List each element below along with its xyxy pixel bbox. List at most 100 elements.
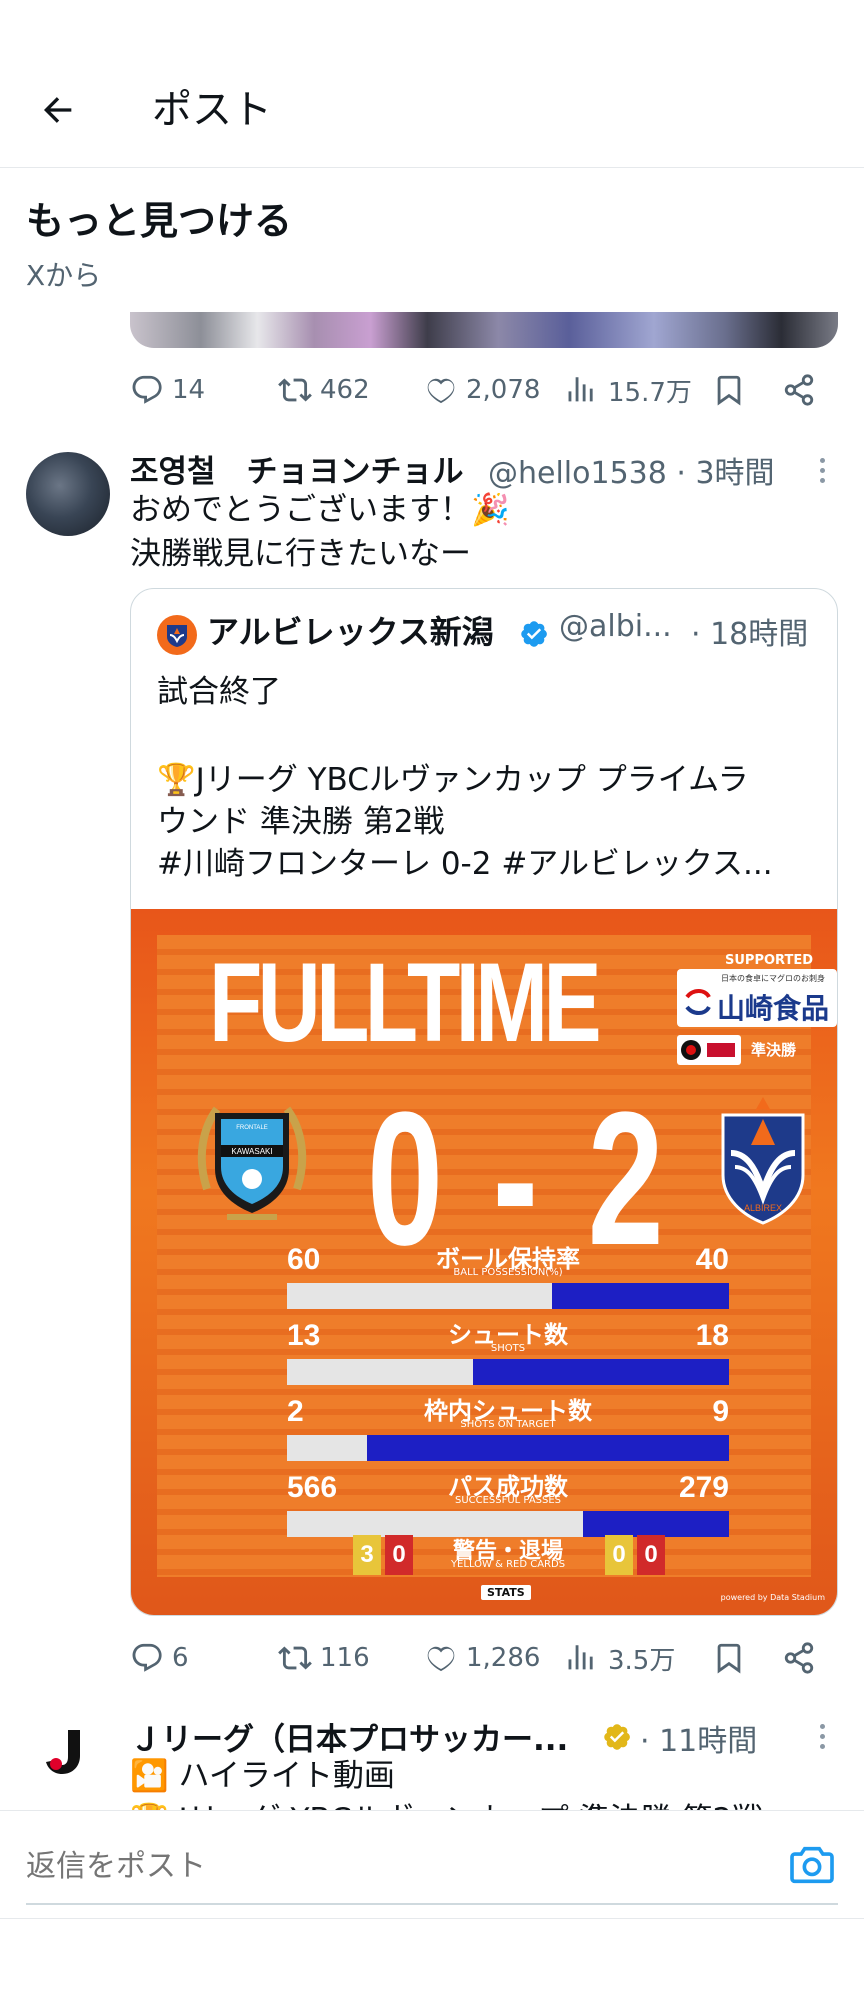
- author-name[interactable]: Ｊリーグ（日本プロサッカー...: [130, 1714, 568, 1759]
- more-options-button[interactable]: [806, 1716, 838, 1756]
- repost-button[interactable]: 462: [278, 362, 370, 418]
- powered-by-label: powered by Data Stadium: [720, 1593, 825, 1602]
- like-button[interactable]: 2,078: [424, 362, 540, 418]
- bookmark-button[interactable]: [712, 1630, 746, 1686]
- author-name[interactable]: 조영철 チョヨンチョル: [130, 446, 464, 491]
- quoted-post[interactable]: アルビレックス新潟 @albi... · 18時間 試合終了 🏆Jリーグ YBC…: [130, 588, 838, 1616]
- reply-button[interactable]: 14: [130, 362, 205, 418]
- views-button[interactable]: 15.7万: [566, 362, 692, 418]
- quoted-author-name: アルビレックス新潟: [207, 613, 494, 651]
- graphic-headline: FULLTIME: [209, 940, 602, 1065]
- dot-icon: [819, 467, 825, 473]
- away-crest-text: ALBIREX: [744, 1203, 782, 1213]
- sponsor-mark-icon: [685, 989, 711, 1015]
- stat-bar: [287, 1283, 729, 1309]
- share-button[interactable]: [782, 1630, 816, 1686]
- reply-input[interactable]: [26, 1841, 838, 1891]
- author-handle-time[interactable]: @hello1538 · 3時間: [488, 448, 775, 492]
- previous-post-media[interactable]: [130, 312, 838, 348]
- stats-badge: STATS: [481, 1585, 531, 1600]
- previous-post-actions: 14 462 2,078 15.7万: [130, 362, 838, 418]
- away-red-cards: 0: [637, 1535, 665, 1575]
- top-bar: ポスト: [0, 0, 864, 168]
- avatar[interactable]: [26, 1710, 110, 1794]
- stat-sublabel: BALL POSSESSION(%): [453, 1267, 563, 1278]
- jleague-logo-icon: [46, 1730, 80, 1774]
- views-button[interactable]: 3.5万: [566, 1630, 675, 1686]
- like-count: 2,078: [466, 375, 541, 405]
- stat-sublabel: SHOTS: [490, 1343, 526, 1354]
- stat-sublabel: SUCCESSFUL PASSES: [454, 1495, 562, 1506]
- repost-count: 116: [320, 1643, 370, 1673]
- stat-sublabel: SHOTS ON TARGET: [460, 1419, 556, 1430]
- albirex-niigata-crest-icon: ALBIREX: [721, 1097, 805, 1225]
- avatar[interactable]: [26, 452, 110, 536]
- views-count: 15.7万: [608, 377, 692, 408]
- home-crest-text: KAWASAKI: [231, 1147, 272, 1156]
- like-button[interactable]: 1,286: [424, 1630, 540, 1686]
- dot-icon: [819, 1723, 825, 1729]
- repost-icon: [278, 1646, 312, 1670]
- match-result-graphic[interactable]: FULLTIME SUPPORTED BY 日本の食卓にマグロのお刺身 山崎食品…: [131, 909, 837, 1615]
- round-label: 準決勝: [751, 1041, 797, 1059]
- more-options-button[interactable]: [806, 450, 838, 490]
- bookmark-icon: [717, 1643, 741, 1674]
- camera-icon[interactable]: [790, 1845, 834, 1885]
- post-actions: 6 116 1,286 3.5万: [130, 1630, 838, 1686]
- sponsor-logo: 日本の食卓にマグロのお刺身 山崎食品: [677, 969, 837, 1027]
- gold-verified-badge-icon: [604, 1724, 630, 1750]
- reply-icon: [132, 1643, 162, 1672]
- bookmark-button[interactable]: [712, 362, 746, 418]
- stat-bar-home-fill: [287, 1435, 367, 1461]
- post-text-line: 決勝戦見に行きたいなー: [130, 536, 471, 572]
- repost-count: 462: [320, 375, 370, 405]
- share-button[interactable]: [782, 362, 816, 418]
- quoted-text-line: 試合終了: [157, 674, 281, 710]
- views-count: 3.5万: [608, 1645, 676, 1676]
- reply-button[interactable]: 6: [130, 1630, 189, 1686]
- repost-icon: [278, 378, 312, 402]
- stat-away-value: 279: [678, 1471, 729, 1504]
- away-yellow-cards: 0: [605, 1535, 633, 1575]
- stat-row-shots-on-target: 2 枠内シュート数 SHOTS ON TARGET 9: [287, 1395, 729, 1469]
- stat-bar-home-fill: [287, 1359, 473, 1385]
- stat-bar: [287, 1435, 729, 1461]
- quoted-author-handle: @albi...: [559, 609, 672, 644]
- cup-emblem-icon: [681, 1040, 735, 1060]
- dot-icon: [819, 1733, 825, 1739]
- albirex-crest-icon: [167, 625, 187, 647]
- stat-away-value: 40: [695, 1243, 729, 1276]
- cup-logo: [677, 1035, 741, 1065]
- repost-button[interactable]: 116: [278, 1630, 370, 1686]
- stat-away-value: 18: [695, 1319, 729, 1352]
- reply-icon: [132, 375, 162, 404]
- stat-bar: [287, 1359, 729, 1385]
- reply-composer: [0, 1810, 864, 1920]
- stat-row-possession: 60 ボール保持率 BALL POSSESSION(%) 40: [287, 1243, 729, 1317]
- like-count: 1,286: [466, 1643, 541, 1673]
- bookmark-icon: [717, 375, 741, 406]
- stat-row-shots: 13 シュート数 SHOTS 18: [287, 1319, 729, 1393]
- stat-bar-home-fill: [287, 1283, 553, 1309]
- reply-count: 6: [172, 1643, 189, 1673]
- heart-icon: [427, 378, 455, 404]
- stat-away-value: 9: [712, 1395, 729, 1428]
- verified-badge-icon: [521, 621, 547, 647]
- share-icon: [784, 374, 814, 406]
- heart-icon: [427, 1646, 455, 1672]
- quoted-text-line: 🏆Jリーグ YBCルヴァンカップ プライムラ: [157, 762, 749, 798]
- post-text-line: 🎦 ハイライト動画: [130, 1758, 395, 1794]
- back-button[interactable]: [32, 84, 84, 136]
- kawasaki-frontale-crest-icon: KAWASAKI FRONTALE: [197, 1106, 307, 1220]
- section-subtitle: Xから: [26, 259, 102, 292]
- sponsor-name: 山崎食品: [717, 992, 830, 1025]
- reply-count: 14: [172, 375, 206, 405]
- dot-icon: [819, 1743, 825, 1749]
- share-icon: [784, 1642, 814, 1674]
- quoted-avatar[interactable]: [157, 615, 197, 655]
- cards-row: 3 0 警告・退場 YELLOW & RED CARDS 0 0: [287, 1535, 729, 1579]
- quoted-text-line: ウンド 準決勝 第2戦: [157, 804, 445, 840]
- quoted-post-time: · 18時間: [691, 617, 809, 652]
- dot-icon: [819, 457, 825, 463]
- post-time: · 11時間: [640, 1724, 758, 1759]
